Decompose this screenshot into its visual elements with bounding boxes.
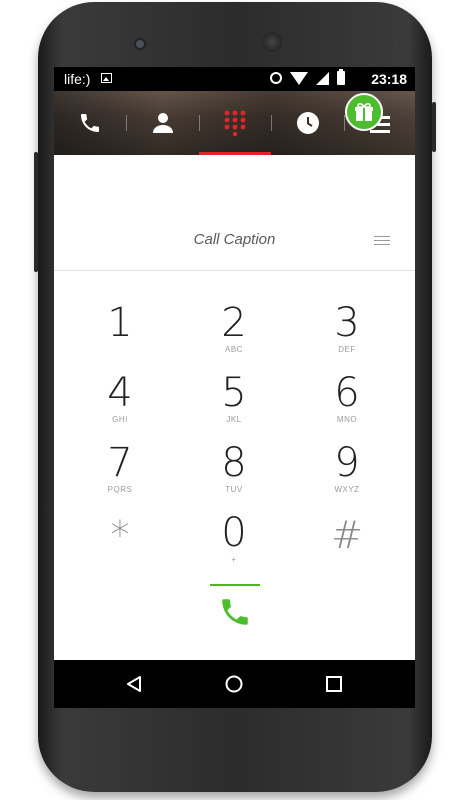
home-icon — [225, 675, 243, 693]
wifi-icon — [290, 71, 308, 85]
carrier-label: life:) — [64, 71, 91, 87]
dial-key-letters: GHI — [112, 415, 128, 424]
nav-recents-button[interactable] — [322, 672, 346, 696]
dial-key-9[interactable]: 9 WXYZ — [297, 441, 397, 505]
phone-screen: life:) 23:18 Call Caption 1 2 ABC 3 DEF … — [54, 67, 415, 708]
tab-calls[interactable] — [54, 91, 126, 155]
light-sensor — [406, 40, 412, 46]
power-button — [432, 102, 436, 152]
dial-key-digit: 3 — [334, 300, 360, 346]
person-icon — [153, 113, 173, 133]
clock-icon — [297, 112, 319, 134]
caption-menu-icon[interactable] — [374, 236, 390, 248]
phone-icon — [81, 114, 99, 132]
dial-key-digit: 1 — [107, 300, 133, 346]
dial-key-0[interactable]: 0 + — [184, 511, 284, 575]
dial-key-digit: 7 — [107, 440, 133, 486]
dial-key-letters: TUV — [225, 485, 243, 494]
gift-button[interactable] — [345, 93, 383, 131]
tab-contacts[interactable] — [127, 91, 199, 155]
battery-icon — [337, 69, 345, 85]
dial-key-star[interactable]: * — [70, 513, 170, 577]
dial-key-digit: 2 — [221, 300, 247, 346]
status-clock: 23:18 — [371, 71, 407, 87]
alarm-icon — [270, 72, 282, 84]
nav-back-button[interactable] — [122, 672, 146, 696]
tab-history[interactable] — [272, 91, 344, 155]
dial-key-digit: 5 — [221, 370, 247, 416]
dial-key-letters: PQRS — [107, 485, 133, 494]
volume-button — [34, 152, 38, 272]
gift-icon — [355, 103, 373, 121]
back-icon — [127, 676, 141, 692]
tab-bar — [54, 91, 415, 155]
dial-key-letters: JKL — [226, 415, 242, 424]
caption-area: Call Caption — [54, 155, 415, 271]
dial-key-4[interactable]: 4 GHI — [70, 371, 170, 435]
call-caption: Call Caption — [193, 231, 276, 248]
dial-key-letters: MNO — [336, 415, 358, 424]
dial-key-3[interactable]: 3 DEF — [297, 301, 397, 365]
recents-icon — [326, 676, 342, 692]
dial-key-7[interactable]: 7 PQRS — [70, 441, 170, 505]
dial-key-5[interactable]: 5 JKL — [184, 371, 284, 435]
signal-icon — [316, 71, 329, 85]
dial-key-2[interactable]: 2 ABC — [184, 301, 284, 365]
call-button[interactable] — [216, 593, 254, 631]
system-nav-bar — [54, 660, 415, 708]
dial-key-letters: DEF — [338, 345, 356, 354]
status-bar: life:) 23:18 — [54, 67, 415, 91]
dial-key-digit: 6 — [334, 370, 360, 416]
phone-call-icon — [222, 599, 248, 625]
image-icon — [101, 73, 112, 83]
dial-key-letters: ABC — [225, 345, 243, 354]
dial-key-hash[interactable]: # — [297, 513, 397, 577]
dial-key-digit: 8 — [221, 440, 247, 486]
dial-key-digit: # — [331, 513, 363, 557]
dial-key-8[interactable]: 8 TUV — [184, 441, 284, 505]
dial-key-digit: * — [110, 513, 130, 557]
dial-key-letters: WXYZ — [334, 485, 360, 494]
dialpad-icon — [224, 110, 246, 136]
front-camera — [136, 40, 144, 48]
dial-key-letters: + — [231, 555, 237, 564]
earpiece-speaker — [262, 32, 282, 52]
dial-key-6[interactable]: 6 MNO — [297, 371, 397, 435]
dial-key-digit: 9 — [334, 440, 360, 486]
dial-key-digit: 0 — [221, 510, 247, 556]
nav-home-button[interactable] — [222, 672, 246, 696]
proximity-sensor — [393, 40, 399, 46]
dial-key-digit: 4 — [107, 370, 133, 416]
call-button-divider — [210, 584, 260, 586]
dial-key-1[interactable]: 1 — [70, 301, 170, 365]
tab-dialpad[interactable] — [199, 91, 271, 155]
